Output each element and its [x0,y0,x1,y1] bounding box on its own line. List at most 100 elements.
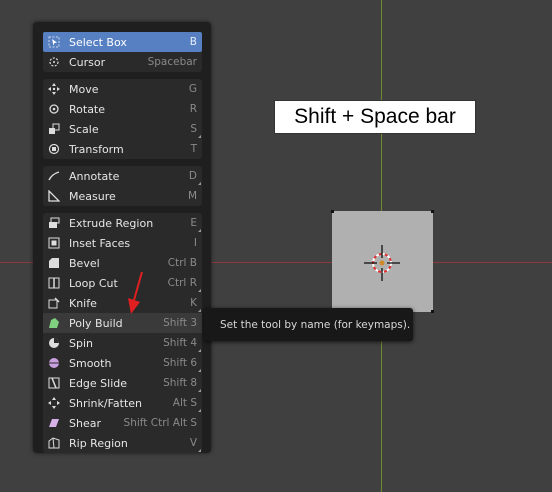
vertex [431,310,434,313]
menu-item-shortcut: D [188,170,197,182]
shrink-fatten-icon [47,396,61,410]
tooltip: Set the tool by name (for keymaps). [204,308,413,341]
menu-item-smooth[interactable]: Smooth Shift 6 [43,353,202,373]
menu-item-label: Scale [69,122,99,136]
menu-item-measure[interactable]: Measure M [43,186,202,206]
menu-item-shortcut: Ctrl R [167,277,197,289]
menu-item-label: Cursor [69,55,106,69]
more-options-indicator [198,309,201,312]
more-options-indicator [198,389,201,392]
tool-menu: Select Box B Cursor Spacebar Move G Rotate R Sca… [33,22,211,453]
menu-item-shortcut: I [193,237,197,249]
menu-item-label: Shear [69,416,101,430]
menu-item-label: Poly Build [69,316,123,330]
annotate-icon [47,169,61,183]
menu-item-label: Inset Faces [69,236,131,250]
poly-build-icon [47,316,61,330]
more-options-indicator [198,409,201,412]
menu-item-shortcut: Spacebar [147,56,197,68]
menu-item-shortcut: B [189,36,197,48]
menu-item-label: Move [69,82,99,96]
menu-item-annotate[interactable]: Annotate D [43,166,202,186]
inset-faces-icon [47,236,61,250]
menu-item-shortcut: T [190,143,197,155]
3d-cursor-icon [364,245,400,281]
knife-icon [47,296,61,310]
menu-item-shortcut: S [190,123,197,135]
menu-item-edge-slide[interactable]: Edge Slide Shift 8 [43,373,202,393]
menu-group: Select Box B Cursor Spacebar [43,32,202,72]
menu-item-label: Transform [69,142,124,156]
shortcut-caption: Shift + Space bar [274,100,476,134]
menu-group: Annotate D Measure M [43,166,202,206]
menu-item-shrink-fatten[interactable]: Shrink/Fatten Alt S [43,393,202,413]
vertex [331,210,334,213]
menu-item-scale[interactable]: Scale S [43,119,202,139]
more-options-indicator [198,229,201,232]
menu-item-label: Loop Cut [69,276,118,290]
menu-item-rip-region[interactable]: Rip Region V [43,433,202,453]
vertex [431,210,434,213]
menu-item-shortcut: Ctrl B [167,257,197,269]
shear-icon [47,416,61,430]
menu-item-loop-cut[interactable]: Loop Cut Ctrl R [43,273,202,293]
menu-item-rotate[interactable]: Rotate R [43,99,202,119]
menu-item-inset-faces[interactable]: Inset Faces I [43,233,202,253]
red-arrow-icon [128,271,143,314]
menu-item-label: Measure [69,189,116,203]
menu-item-knife[interactable]: Knife K [43,293,202,313]
more-options-indicator [198,349,201,352]
menu-item-select-box[interactable]: Select Box B [43,32,202,52]
menu-item-shear[interactable]: Shear Shift Ctrl Alt S [43,413,202,433]
menu-item-shortcut: Shift 8 [163,377,197,389]
select-box-icon [47,35,61,49]
menu-item-poly-build[interactable]: Poly Build Shift 3 [43,313,202,333]
measure-icon [47,189,61,203]
menu-item-label: Select Box [69,35,127,49]
menu-item-bevel[interactable]: Bevel Ctrl B [43,253,202,273]
more-options-indicator [198,182,201,185]
more-options-indicator [198,369,201,372]
bevel-icon [47,256,61,270]
spin-icon [47,336,61,350]
menu-item-label: Spin [69,336,93,350]
menu-item-spin[interactable]: Spin Shift 4 [43,333,202,353]
menu-item-cursor[interactable]: Cursor Spacebar [43,52,202,72]
menu-group: Extrude Region E Inset Faces I Bevel Ctrl B Lo… [43,213,202,453]
rotate-icon [47,102,61,116]
menu-group: Move G Rotate R Scale S Transform T [43,79,202,159]
menu-item-label: Bevel [69,256,100,270]
extrude-region-icon [47,216,61,230]
menu-item-label: Shrink/Fatten [69,396,143,410]
menu-item-label: Rotate [69,102,106,116]
menu-item-shortcut: Alt S [172,397,197,409]
menu-item-shortcut: E [190,217,197,229]
edge-slide-icon [47,376,61,390]
menu-item-extrude-region[interactable]: Extrude Region E [43,213,202,233]
more-options-indicator [198,289,201,292]
smooth-icon [47,356,61,370]
menu-item-transform[interactable]: Transform T [43,139,202,159]
menu-item-shortcut: V [189,437,197,449]
transform-icon [47,142,61,156]
menu-item-move[interactable]: Move G [43,79,202,99]
menu-item-shortcut: Shift 6 [163,357,197,369]
menu-item-label: Rip Region [69,436,128,450]
menu-item-shortcut: G [188,83,197,95]
more-options-indicator [198,449,201,452]
menu-item-label: Smooth [69,356,112,370]
loop-cut-icon [47,276,61,290]
menu-item-shortcut: M [187,190,197,202]
move-icon [47,82,61,96]
more-options-indicator [198,135,201,138]
scale-icon [47,122,61,136]
menu-item-shortcut: K [190,297,197,309]
cursor-icon [47,55,61,69]
menu-item-label: Annotate [69,169,120,183]
menu-item-label: Edge Slide [69,376,128,390]
menu-item-shortcut: Shift Ctrl Alt S [123,417,197,429]
menu-item-label: Extrude Region [69,216,154,230]
rip-region-icon [47,436,61,450]
menu-item-shortcut: Shift 3 [163,317,197,329]
menu-item-shortcut: Shift 4 [163,337,197,349]
